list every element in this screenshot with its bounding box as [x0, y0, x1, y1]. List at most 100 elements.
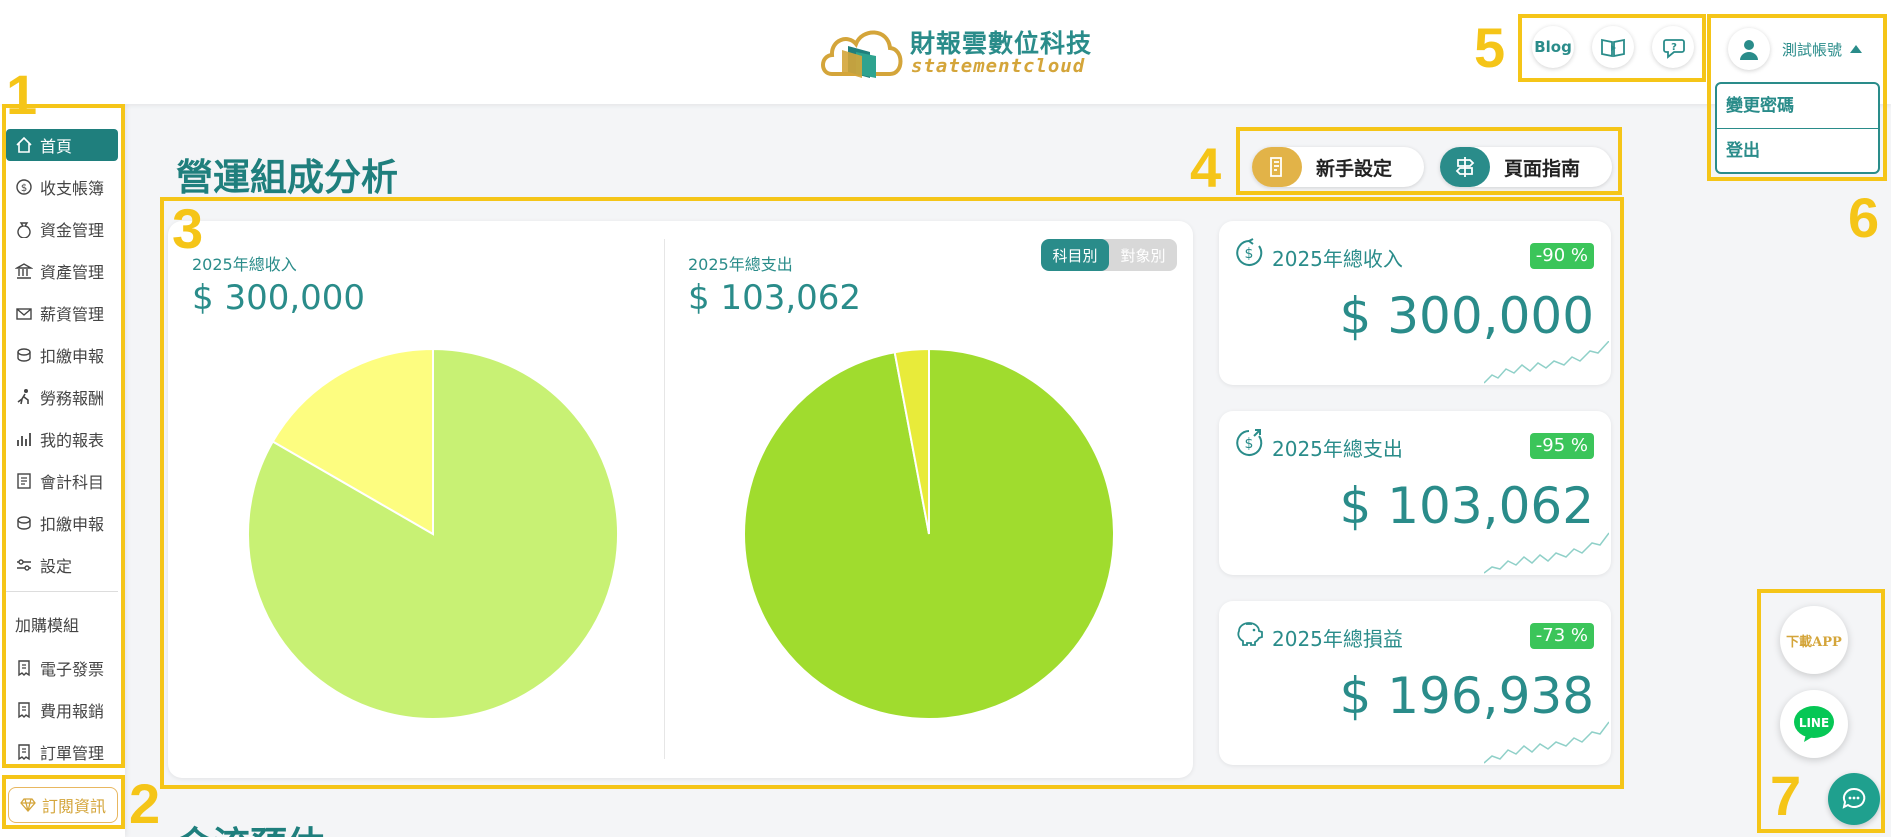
- line-button[interactable]: LINE: [1780, 690, 1848, 758]
- income-dollar-icon: $: [1236, 238, 1263, 266]
- chat-button[interactable]: [1828, 773, 1880, 825]
- stat-change-badge: -90 %: [1529, 243, 1594, 269]
- sidebar-item[interactable]: 資金管理: [6, 213, 118, 245]
- onboarding-label: 新手設定: [1316, 157, 1393, 180]
- annotation-number-4: 4: [1190, 136, 1222, 199]
- sidebar-item-label: 電子發票: [40, 660, 105, 679]
- question-chat-icon: ?: [1663, 39, 1685, 59]
- profit-stat-card[interactable]: 2025年總損益 -73 % $ 196,938: [1219, 601, 1611, 765]
- svg-text:$: $: [1245, 436, 1254, 452]
- sidebar-item-label: 費用報銷: [40, 702, 105, 721]
- sidebar-item[interactable]: 設定: [6, 549, 118, 581]
- avatar: [1728, 28, 1770, 70]
- page-guide-button[interactable]: 頁面指南: [1440, 147, 1612, 187]
- sparkline: [1484, 341, 1609, 384]
- sidebar-item-label: 勞務報酬: [40, 389, 105, 408]
- line-label: LINE: [1799, 716, 1829, 730]
- user-icon: [1740, 40, 1758, 60]
- stat-label: 2025年總損益: [1272, 627, 1403, 651]
- coins-icon: [17, 348, 31, 362]
- sidebar-item[interactable]: 勞務報酬: [6, 381, 118, 413]
- worker-icon: [17, 389, 29, 405]
- annotation-number-2: 2: [129, 772, 161, 835]
- blog-button[interactable]: Blog: [1532, 26, 1574, 68]
- receipt-icon: [18, 660, 30, 677]
- ledger-icon: [17, 473, 31, 489]
- change-password-item[interactable]: 變更密碼: [1717, 84, 1878, 128]
- subscribe-info-button[interactable]: 訂閱資訊: [8, 787, 118, 823]
- toggle-by-account[interactable]: 科目別: [1041, 239, 1109, 271]
- caret-up-icon: [1850, 45, 1863, 53]
- onboarding-icon: [1252, 147, 1302, 187]
- expense-stat-card[interactable]: $ 2025年總支出 -95 % $ 103,062: [1219, 411, 1611, 575]
- stat-change-badge: -73 %: [1529, 623, 1594, 649]
- page-title: 營運組成分析: [176, 156, 398, 199]
- addon-section-title: 加購模組: [15, 616, 80, 635]
- sidebar-item-label: 薪資管理: [40, 305, 105, 324]
- cashflow-section-title: 金流預估: [176, 815, 324, 837]
- sidebar-item[interactable]: 我的報表: [6, 423, 118, 455]
- diamond-icon: [20, 798, 36, 812]
- sidebar-item-label: 會計科目: [40, 473, 105, 492]
- income-stat-card[interactable]: $ 2025年總收入 -90 % $ 300,000: [1219, 221, 1611, 385]
- piggy-bank-icon: [1237, 622, 1263, 646]
- sidebar-item[interactable]: 訂單管理: [6, 736, 118, 764]
- annotation-number-5: 5: [1474, 16, 1506, 79]
- sidebar-item-label: 收支帳簿: [40, 179, 105, 198]
- top-header: 財報雲數位科技 statementcloud Blog ? 測試帳號: [0, 0, 1891, 104]
- expense-pie-chart[interactable]: [742, 347, 1116, 721]
- sidebar-item[interactable]: 會計科目: [6, 465, 118, 497]
- company-logo[interactable]: 財報雲數位科技 statementcloud: [818, 22, 1091, 82]
- expense-pie-title: 2025年總支出: [688, 255, 793, 274]
- download-app-label: 下載APP: [1786, 634, 1842, 650]
- receipt-icon: [18, 744, 30, 761]
- money-bag-icon: [17, 222, 31, 238]
- video-tutorial-button[interactable]: [1592, 26, 1634, 68]
- income-pie-title: 2025年總收入: [192, 255, 297, 274]
- sidebar-item[interactable]: 電子發票: [6, 652, 118, 684]
- sidebar-item[interactable]: $ 收支帳簿: [6, 171, 118, 203]
- sidebar-divider: [6, 591, 118, 592]
- stat-label: 2025年總支出: [1272, 437, 1403, 461]
- stat-value: $ 103,062: [1339, 477, 1594, 535]
- sidebar-item-label: 扣繳申報: [40, 515, 105, 534]
- receipt-icon: [18, 702, 30, 719]
- bar-chart-icon: [17, 433, 31, 446]
- stat-label: 2025年總收入: [1272, 247, 1403, 271]
- account-dropdown: 變更密碼 登出: [1715, 82, 1880, 174]
- sidebar-item-label: 訂單管理: [40, 744, 105, 763]
- download-app-button[interactable]: 下載APP: [1780, 606, 1848, 674]
- chart-divider: [664, 239, 665, 759]
- account-menu-toggle[interactable]: 測試帳號: [1728, 26, 1888, 72]
- help-chat-button[interactable]: ?: [1652, 26, 1694, 68]
- envelope-icon: [16, 308, 32, 320]
- account-name: 測試帳號: [1782, 40, 1843, 59]
- sidebar-item[interactable]: 首頁: [6, 129, 118, 161]
- sidebar-item[interactable]: 資產管理: [6, 255, 118, 287]
- sidebar-item[interactable]: 扣繳申報: [6, 339, 118, 371]
- sidebar-item-label: 我的報表: [40, 431, 105, 450]
- subscribe-info-label: 訂閱資訊: [41, 797, 106, 816]
- logout-item[interactable]: 登出: [1717, 128, 1878, 172]
- onboarding-button[interactable]: 新手設定: [1252, 147, 1424, 187]
- income-pie-chart[interactable]: [246, 347, 620, 721]
- annotation-number-7: 7: [1770, 764, 1802, 827]
- sparkline: [1484, 721, 1609, 764]
- sidebar-nav[interactable]: 首頁 $ 收支帳簿 資金管理 資產管理 薪資管理 扣繳申報 勞務報酬 我的報表 會計科目 扣繳申報設…: [6, 129, 118, 764]
- page-guide-label: 頁面指南: [1504, 157, 1581, 180]
- sidebar-item[interactable]: 扣繳申報: [6, 507, 118, 539]
- sidebar-item[interactable]: 費用報銷: [6, 694, 118, 726]
- stat-value: $ 300,000: [1339, 287, 1594, 345]
- breakdown-toggle: 科目別 對象別: [1041, 239, 1177, 271]
- toggle-by-party[interactable]: 對象別: [1109, 239, 1177, 271]
- home-icon: [16, 136, 32, 153]
- sliders-icon: [17, 559, 31, 571]
- sidebar-item-label: 首頁: [40, 137, 73, 156]
- video-book-icon: [1601, 38, 1625, 58]
- line-app-icon: LINE: [1794, 706, 1834, 742]
- annotation-number-3: 3: [172, 197, 204, 260]
- coins-icon: [17, 516, 31, 530]
- sidebar-item-label: 資產管理: [40, 263, 105, 282]
- sidebar-item[interactable]: 薪資管理: [6, 297, 118, 329]
- sidebar-item-label: 扣繳申報: [40, 347, 105, 366]
